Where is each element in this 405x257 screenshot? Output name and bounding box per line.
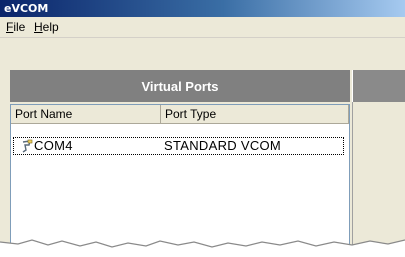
menu-bar: File Help <box>0 17 405 38</box>
cell-port-type: STANDARD VCOM <box>164 138 282 153</box>
column-header-port-type[interactable]: Port Type <box>161 105 349 124</box>
menu-help[interactable]: Help <box>34 20 59 34</box>
window-title: eVCOM <box>4 2 49 15</box>
evcom-window: eVCOM File Help Virtual Ports Port Name … <box>0 0 405 257</box>
title-bar[interactable]: eVCOM <box>0 0 405 17</box>
right-panel-header <box>352 70 405 102</box>
serial-port-icon <box>22 139 33 153</box>
virtual-ports-header: Virtual Ports <box>10 70 350 102</box>
menu-file[interactable]: File <box>6 20 25 34</box>
column-header-port-name[interactable]: Port Name <box>11 105 161 124</box>
cell-port-name: COM4 <box>34 138 73 153</box>
torn-edge <box>0 239 405 257</box>
table-row[interactable]: COM4 STANDARD VCOM <box>13 137 344 155</box>
virtual-ports-title: Virtual Ports <box>141 78 219 94</box>
